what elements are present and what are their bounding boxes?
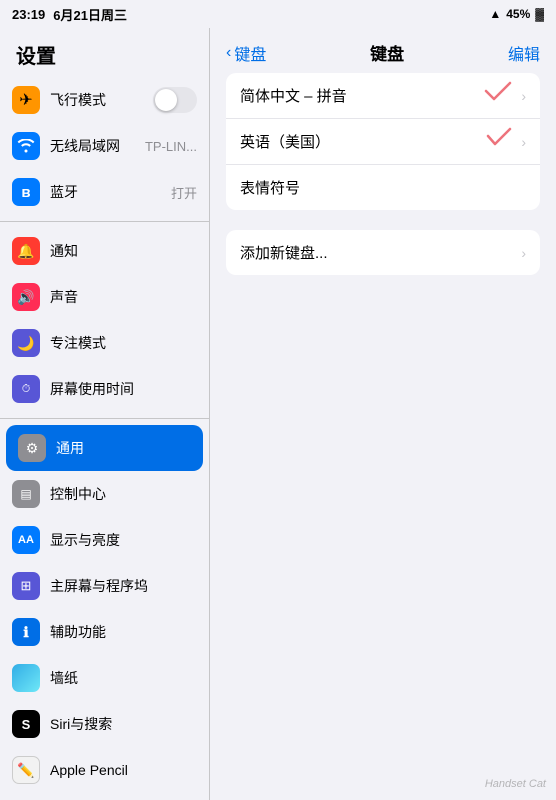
sidebar-label-control: 控制中心 xyxy=(50,484,197,504)
sidebar-item-bluetooth[interactable]: ʙ 蓝牙 打开 xyxy=(0,169,209,215)
time: 23:19 xyxy=(12,7,45,22)
sidebar-label-focus: 专注模式 xyxy=(50,333,197,353)
sidebar-item-airplane[interactable]: ✈ 飞行模式 xyxy=(0,77,209,123)
screentime-icon: ⏱ xyxy=(12,375,40,403)
divider-1 xyxy=(0,221,209,222)
sidebar-item-general[interactable]: ⚙ 通用 xyxy=(6,425,203,471)
sidebar-item-sound[interactable]: 🔊 声音 xyxy=(0,274,209,320)
control-icon: ▤ xyxy=(12,480,40,508)
sound-icon: 🔊 xyxy=(12,283,40,311)
bluetooth-value: 打开 xyxy=(171,183,197,202)
chevron-icon-add: › xyxy=(521,245,526,261)
airplane-icon: ✈ xyxy=(12,86,40,114)
sidebar-item-homescreen[interactable]: ⊞ 主屏幕与程序坞 xyxy=(0,563,209,609)
sidebar: 设置 ✈ 飞行模式 无线局域网 TP-LIN... ʙ 蓝牙 打开 xyxy=(0,28,210,800)
sidebar-item-control[interactable]: ▤ 控制中心 xyxy=(0,471,209,517)
sidebar-label-screentime: 屏幕使用时间 xyxy=(50,379,197,399)
keyboard-list-group: 简体中文 – 拼音 › 英语（美国） › 表情符号 xyxy=(226,73,540,210)
sidebar-item-screentime[interactable]: ⏱ 屏幕使用时间 xyxy=(0,366,209,412)
date: 6月21日周三 xyxy=(53,5,127,24)
emoji-label: 表情符号 xyxy=(240,177,526,198)
wifi-icon xyxy=(12,132,40,160)
pencil-icon: ✏️ xyxy=(12,756,40,784)
chevron-icon-english: › xyxy=(521,134,526,150)
bluetooth-icon: ʙ xyxy=(12,178,40,206)
battery-icon: ▓ xyxy=(535,7,544,21)
sidebar-item-touchid[interactable]: 👆 触控ID与密码 xyxy=(0,793,209,800)
general-icon: ⚙ xyxy=(18,434,46,462)
sidebar-item-focus[interactable]: 🌙 专注模式 xyxy=(0,320,209,366)
list-item-chinese-pinyin[interactable]: 简体中文 – 拼音 › xyxy=(226,73,540,119)
sidebar-label-sound: 声音 xyxy=(50,287,197,307)
sidebar-section-2: 🔔 通知 🔊 声音 🌙 专注模式 ⏱ 屏幕使用时间 xyxy=(0,228,209,412)
handwritten-check-1 xyxy=(484,81,512,103)
back-chevron-icon: ‹ xyxy=(226,44,231,62)
airplane-toggle[interactable] xyxy=(153,87,197,113)
handwritten-check-2 xyxy=(486,127,512,147)
sidebar-label-accessibility: 辅助功能 xyxy=(50,622,197,642)
back-label: 键盘 xyxy=(234,41,266,65)
edit-button[interactable]: 编辑 xyxy=(508,41,540,65)
sidebar-label-notification: 通知 xyxy=(50,241,197,261)
notification-icon: 🔔 xyxy=(12,237,40,265)
siri-icon: S xyxy=(12,710,40,738)
wifi-icon: ▲ xyxy=(489,7,501,21)
divider-2 xyxy=(0,418,209,419)
status-bar: 23:19 6月21日周三 ▲ 45% ▓ xyxy=(0,0,556,28)
sidebar-item-pencil[interactable]: ✏️ Apple Pencil xyxy=(0,747,209,793)
wifi-value: TP-LIN... xyxy=(145,139,197,154)
content-title: 键盘 xyxy=(370,40,404,65)
sidebar-item-siri[interactable]: S Siri与搜索 xyxy=(0,701,209,747)
homescreen-icon: ⊞ xyxy=(12,572,40,600)
sidebar-item-display[interactable]: AA 显示与亮度 xyxy=(0,517,209,563)
wallpaper-icon xyxy=(12,664,40,692)
sidebar-label-siri: Siri与搜索 xyxy=(50,714,197,734)
sidebar-label-homescreen: 主屏幕与程序坞 xyxy=(50,576,197,596)
sidebar-label-bluetooth: 蓝牙 xyxy=(50,182,161,202)
sidebar-item-wallpaper[interactable]: 墙纸 xyxy=(0,655,209,701)
add-keyboard-label: 添加新键盘... xyxy=(240,242,515,263)
watermark: Handset Cat xyxy=(485,778,546,790)
list-item-english-us[interactable]: 英语（美国） › xyxy=(226,119,540,165)
chevron-icon-chinese: › xyxy=(521,88,526,104)
english-us-label: 英语（美国） xyxy=(240,131,515,152)
back-button[interactable]: ‹ 键盘 xyxy=(226,41,266,65)
sidebar-item-notification[interactable]: 🔔 通知 xyxy=(0,228,209,274)
sidebar-section-connectivity: ✈ 飞行模式 无线局域网 TP-LIN... ʙ 蓝牙 打开 xyxy=(0,77,209,215)
content-body: 简体中文 – 拼音 › 英语（美国） › 表情符号 xyxy=(210,73,556,800)
sidebar-label-pencil: Apple Pencil xyxy=(50,762,197,778)
sidebar-label-general: 通用 xyxy=(56,438,191,458)
sidebar-section-3: ⚙ 通用 ▤ 控制中心 AA 显示与亮度 ⊞ 主屏幕与程序坞 ℹ 辅助功能 墙纸 xyxy=(0,425,209,800)
sidebar-label-display: 显示与亮度 xyxy=(50,530,197,550)
sidebar-title: 设置 xyxy=(0,28,209,77)
battery-text: 45% xyxy=(506,7,530,21)
content-header: ‹ 键盘 键盘 编辑 xyxy=(210,28,556,73)
add-keyboard-row[interactable]: 添加新键盘... › xyxy=(226,230,540,275)
sidebar-label-wallpaper: 墙纸 xyxy=(50,668,197,688)
add-keyboard-group: 添加新键盘... › xyxy=(226,230,540,275)
display-icon: AA xyxy=(12,526,40,554)
accessibility-icon: ℹ xyxy=(12,618,40,646)
sidebar-item-wifi[interactable]: 无线局域网 TP-LIN... xyxy=(0,123,209,169)
list-item-emoji[interactable]: 表情符号 xyxy=(226,165,540,210)
sidebar-item-accessibility[interactable]: ℹ 辅助功能 xyxy=(0,609,209,655)
sidebar-label-wifi: 无线局域网 xyxy=(50,136,135,156)
chinese-pinyin-label: 简体中文 – 拼音 xyxy=(240,85,515,106)
status-right: ▲ 45% ▓ xyxy=(489,7,544,21)
content-area: ‹ 键盘 键盘 编辑 简体中文 – 拼音 › 英语（美国） xyxy=(210,28,556,800)
main-layout: 设置 ✈ 飞行模式 无线局域网 TP-LIN... ʙ 蓝牙 打开 xyxy=(0,28,556,800)
status-left: 23:19 6月21日周三 xyxy=(12,5,127,24)
sidebar-label-airplane: 飞行模式 xyxy=(50,90,143,110)
focus-icon: 🌙 xyxy=(12,329,40,357)
